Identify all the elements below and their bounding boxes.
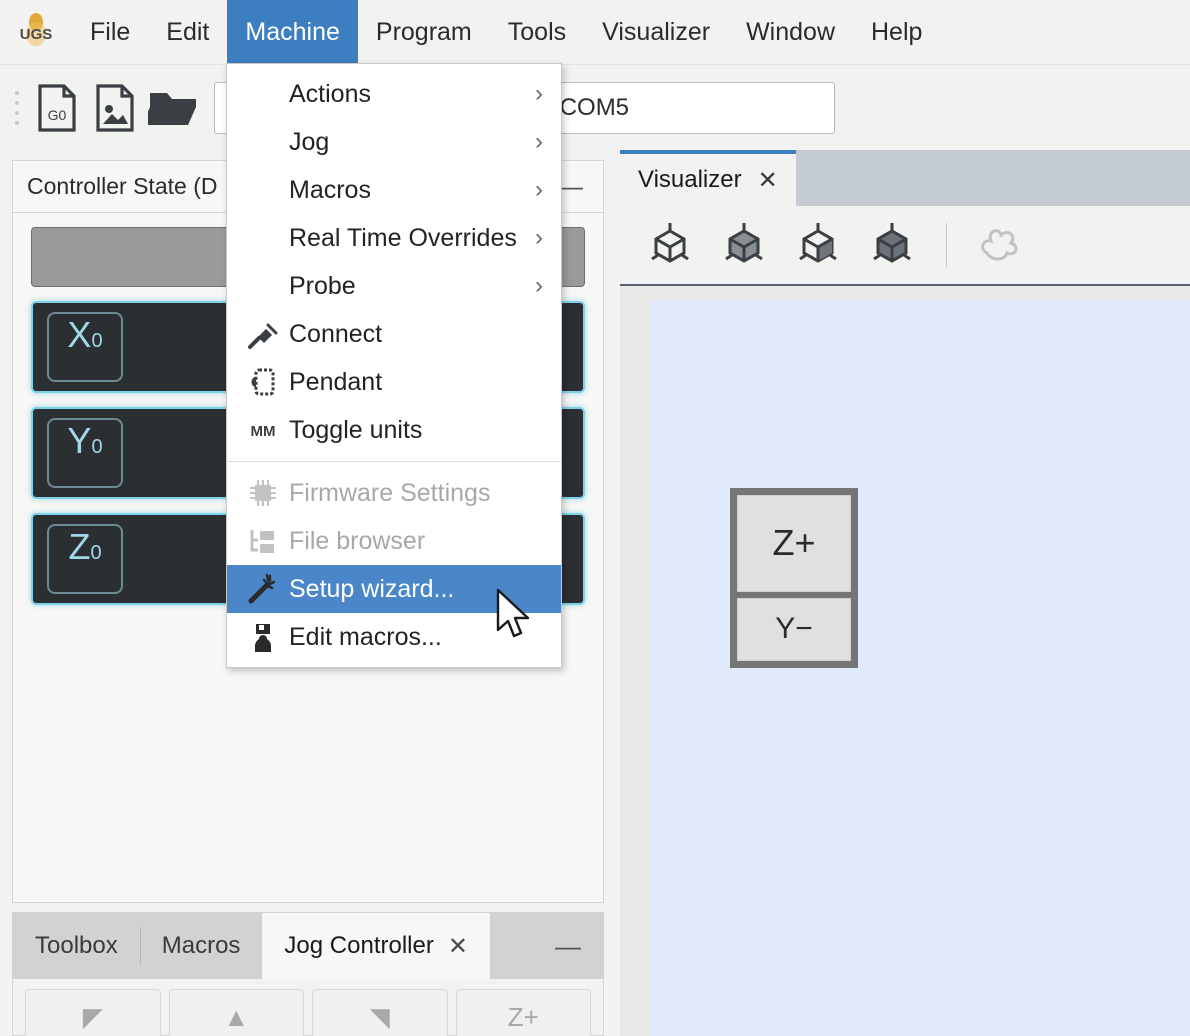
view-front-icon[interactable] (790, 217, 846, 274)
port-input[interactable]: COM5 (544, 81, 835, 134)
menu-item-label: Connect (289, 319, 383, 348)
menu-item-probe[interactable]: Probe › (227, 262, 561, 310)
visualizer-y-minus-button[interactable]: Y− (737, 597, 851, 661)
menu-item-label: Toggle units (289, 415, 423, 444)
port-value: COM5 (559, 93, 630, 121)
axis-label-y: Y0 (47, 418, 123, 488)
y-minus-label: Y− (775, 612, 813, 646)
menu-item-actions[interactable]: Actions › (227, 70, 561, 118)
new-image-file-icon[interactable] (86, 77, 144, 139)
chevron-right-icon: › (535, 128, 543, 155)
magic-wand-icon (237, 572, 289, 606)
chevron-right-icon: › (535, 272, 543, 299)
tab-visualizer[interactable]: Visualizer ✕ (620, 150, 796, 206)
axis-letter: X (67, 314, 92, 355)
menu-separator (227, 461, 561, 462)
visualizer-toolbar (620, 206, 1190, 286)
jog-z-up-button[interactable]: Z+ (455, 989, 591, 1036)
menu-item-connect[interactable]: Connect (227, 310, 561, 358)
z-plus-label: Z+ (772, 522, 816, 564)
toolbar-drag-handle[interactable] (14, 90, 20, 125)
menu-item-firmware-settings: Firmware Settings (227, 469, 561, 517)
new-gcode-file-icon[interactable]: G0 (28, 77, 86, 139)
open-folder-icon[interactable] (144, 77, 202, 139)
menu-help[interactable]: Help (853, 0, 940, 65)
mouse-pointer (494, 588, 538, 649)
jog-up-button[interactable]: ▲ (168, 989, 304, 1036)
visualizer-tabstrip: Visualizer ✕ (620, 150, 1190, 206)
chevron-right-icon: › (535, 176, 543, 203)
tab-toolbox[interactable]: Toolbox (13, 913, 140, 979)
tab-macros[interactable]: Macros (139, 913, 263, 979)
menu-item-toggle-units[interactable]: MM Toggle units (227, 406, 561, 454)
jog-diag-up-left-button[interactable]: ◤ (25, 989, 161, 1036)
tab-visualizer-label: Visualizer (638, 166, 742, 193)
menu-item-real-time-overrides[interactable]: Real Time Overrides › (227, 214, 561, 262)
ugs-logo-icon: UGS (14, 12, 58, 52)
svg-text:UGS: UGS (20, 26, 53, 43)
menu-program[interactable]: Program (358, 0, 490, 65)
toolpath-preview-icon[interactable] (973, 219, 1023, 272)
tab-jog-controller[interactable]: Jog Controller ✕ (262, 913, 490, 979)
visualizer-dock: Visualizer ✕ Z+ Y− (620, 150, 1190, 1036)
jog-diag-up-right-button[interactable]: ◥ (312, 989, 448, 1036)
menu-item-jog[interactable]: Jog › (227, 118, 561, 166)
menu-item-macros[interactable]: Macros › (227, 166, 561, 214)
visualizer-jog-overlay: Z+ Y− (730, 488, 858, 668)
axis-subscript: 0 (91, 330, 103, 352)
plug-connect-icon (237, 317, 289, 351)
view-isometric-icon[interactable] (642, 217, 698, 274)
view-top-icon[interactable] (716, 217, 772, 274)
menu-item-label: Real Time Overrides (289, 223, 517, 252)
axis-letter: Y (67, 420, 92, 461)
menu-item-pendant[interactable]: Pendant (227, 358, 561, 406)
menu-item-label: Jog (289, 127, 330, 156)
chip-icon (237, 476, 289, 510)
chevron-right-icon: › (535, 224, 543, 251)
view-left-icon[interactable] (864, 217, 920, 274)
menu-item-label: Actions (289, 79, 371, 108)
machine-menu-dropdown[interactable]: Actions › Jog › Macros › Real Time Overrides › P… (226, 63, 562, 668)
menu-file[interactable]: File (72, 0, 148, 65)
toolbar-separator (946, 223, 947, 267)
close-icon[interactable]: ✕ (448, 932, 468, 961)
menu-bar: UGS File Edit Machine Program Tools Visualize… (0, 0, 1190, 65)
mm-units-icon: MM (237, 417, 289, 443)
axis-subscript: 0 (91, 436, 103, 458)
close-icon[interactable]: ✕ (758, 166, 778, 195)
chevron-right-icon: › (535, 80, 543, 107)
menu-visualizer[interactable]: Visualizer (584, 0, 728, 65)
menu-item-label: Macros (289, 175, 371, 204)
main-toolbar: G0 GRBL Port: (0, 65, 1190, 150)
svg-text:MM: MM (251, 423, 276, 440)
application-window: UGS File Edit Machine Program Tools Visualize… (0, 0, 1190, 1036)
file-tree-icon (237, 524, 289, 558)
menu-edit[interactable]: Edit (148, 0, 227, 65)
tab-label: Macros (161, 932, 241, 959)
jog-controller-buttons: ◤ ▲ ◥ Z+ (13, 979, 603, 1036)
svg-text:G0: G0 (48, 107, 67, 123)
axis-label-z: Z0 (47, 524, 123, 594)
pendant-icon (237, 365, 289, 399)
menu-window[interactable]: Window (728, 0, 853, 65)
tab-label: Toolbox (35, 932, 118, 959)
menu-item-label: File browser (289, 526, 426, 555)
axis-label-x: X0 (47, 312, 123, 382)
menu-item-file-browser: File browser (227, 517, 561, 565)
menu-item-label: Pendant (289, 367, 383, 396)
bottom-dock-tabstrip: Toolbox Macros Jog Controller ✕ — (13, 913, 603, 979)
menu-item-label: Firmware Settings (289, 478, 491, 507)
axis-letter: Z (68, 526, 91, 567)
menu-item-label: Probe (289, 271, 356, 300)
menu-machine[interactable]: Machine (227, 0, 358, 65)
visualizer-canvas[interactable]: Z+ Y− (650, 300, 1190, 1036)
axis-subscript: 0 (90, 542, 102, 564)
tab-label: Jog Controller (284, 932, 434, 959)
controller-state-title: Controller State (D (27, 173, 218, 199)
visualizer-z-plus-button[interactable]: Z+ (737, 495, 851, 592)
bottom-dock: Toolbox Macros Jog Controller ✕ — ◤ ▲ ◥ Z+ (12, 912, 604, 1036)
save-macro-icon (237, 620, 289, 654)
minimize-icon[interactable]: — (533, 913, 603, 979)
menu-tools[interactable]: Tools (490, 0, 584, 65)
